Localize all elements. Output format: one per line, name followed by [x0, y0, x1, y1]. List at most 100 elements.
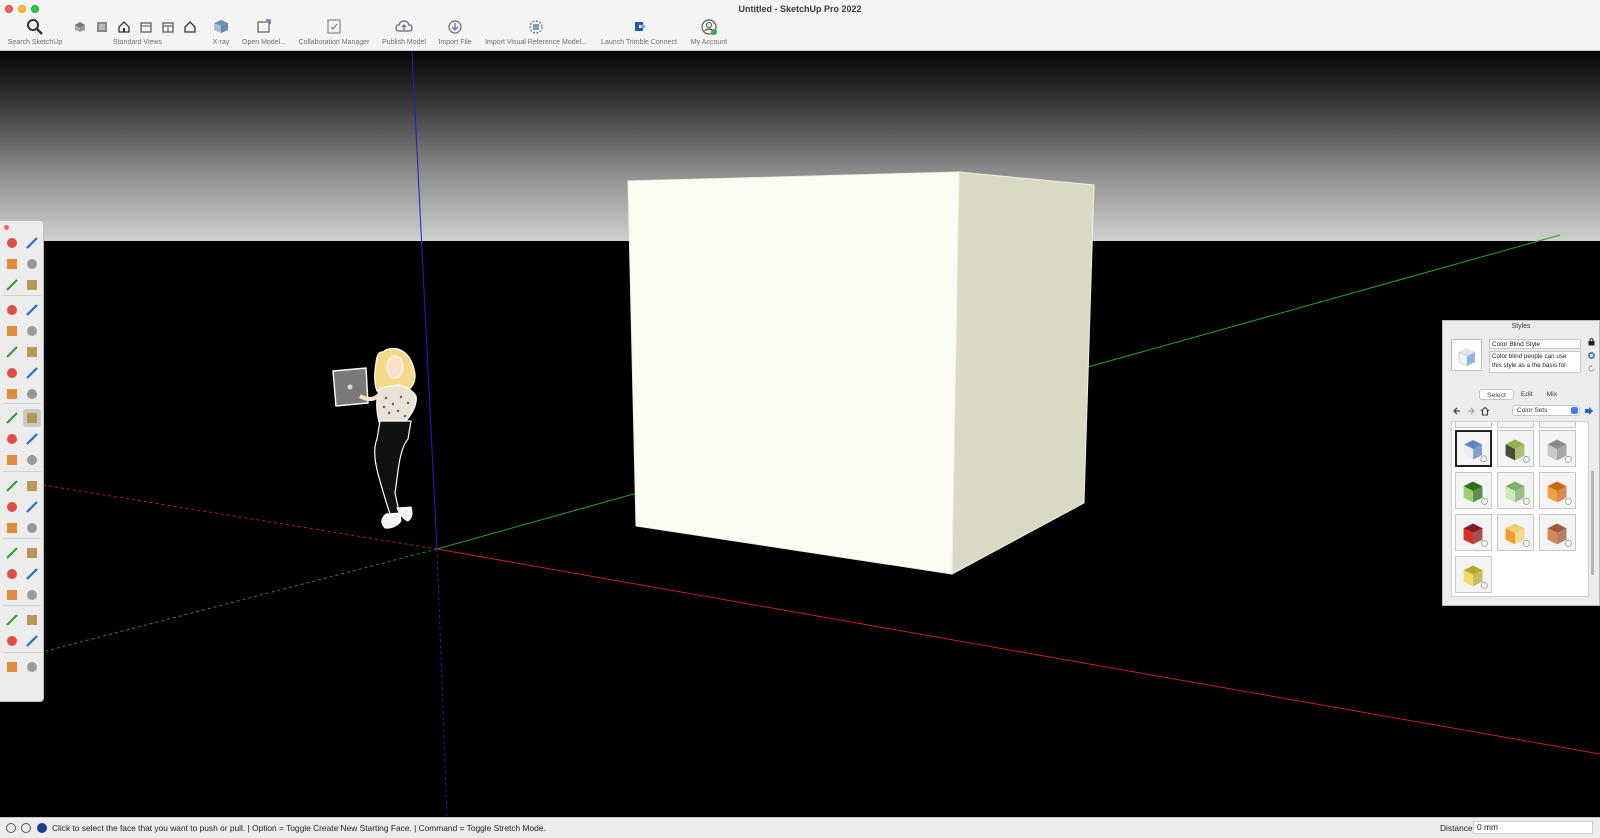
right-view-icon[interactable]: [140, 21, 152, 33]
xray-button[interactable]: X-ray: [208, 17, 234, 49]
tool-button[interactable]: [3, 544, 21, 562]
style-swatch[interactable]: [1497, 422, 1534, 428]
back-view-icon[interactable]: [162, 21, 174, 33]
tool-button[interactable]: [23, 409, 41, 427]
tool-button[interactable]: [23, 364, 41, 382]
my-account-button[interactable]: My Account: [688, 17, 730, 49]
search-sketchup-button[interactable]: Search SketchUp: [5, 17, 65, 49]
style-swatch-cube-icon: [1464, 440, 1487, 462]
tool-button[interactable]: [23, 276, 41, 294]
tool-button[interactable]: [23, 658, 41, 676]
tool-button[interactable]: [23, 430, 41, 448]
tool-button[interactable]: [23, 586, 41, 604]
model-viewport[interactable]: Styles Color Blind Style Color blind peo…: [0, 51, 1600, 817]
tool-button[interactable]: [23, 498, 41, 516]
scale-figure[interactable]: [332, 347, 417, 529]
tool-button[interactable]: [23, 385, 41, 403]
style-swatch[interactable]: [1455, 430, 1492, 467]
tool-button[interactable]: [23, 544, 41, 562]
iso-view-icon[interactable]: [74, 21, 86, 33]
launch-trimble-connect-button[interactable]: Launch Trimble Connect: [598, 17, 680, 49]
tool-button[interactable]: [3, 385, 21, 403]
style-swatch[interactable]: [1539, 422, 1576, 428]
3d-text-icon: [27, 523, 37, 533]
tool-button[interactable]: [23, 451, 41, 469]
import-visual-reference-label: Import Visual Reference Model...: [485, 39, 587, 46]
geolocation-icon[interactable]: [6, 823, 16, 833]
orbit-icon: [26, 237, 38, 249]
tool-separator: [3, 403, 41, 404]
refresh-icon[interactable]: [1587, 364, 1596, 373]
style-swatch[interactable]: [1497, 514, 1534, 551]
style-name-field[interactable]: Color Blind Style: [1489, 339, 1581, 349]
tool-button[interactable]: [3, 519, 21, 537]
tool-button[interactable]: [23, 565, 41, 583]
style-swatch[interactable]: [1455, 514, 1492, 551]
collaboration-manager-button[interactable]: Collaboration Manager: [296, 17, 372, 49]
tool-button[interactable]: [3, 322, 21, 340]
publish-model-button[interactable]: Publish Model: [380, 17, 428, 49]
tool-button[interactable]: [3, 498, 21, 516]
tool-button[interactable]: [3, 234, 21, 252]
style-swatch[interactable]: [1539, 430, 1576, 467]
home-icon[interactable]: [1480, 406, 1490, 416]
tool-button[interactable]: [23, 632, 41, 650]
tool-button[interactable]: [3, 409, 21, 427]
tool-button[interactable]: [23, 343, 41, 361]
tool-button[interactable]: [3, 611, 21, 629]
tool-button[interactable]: [3, 255, 21, 273]
tool-button[interactable]: [23, 477, 41, 495]
info-icon[interactable]: [21, 823, 31, 833]
tab-mix[interactable]: Mix: [1540, 389, 1565, 400]
tool-button[interactable]: [3, 451, 21, 469]
style-swatch[interactable]: [1539, 472, 1576, 509]
style-swatch[interactable]: [1497, 430, 1534, 467]
measurement-input[interactable]: 0 mm: [1473, 821, 1593, 834]
tool-button[interactable]: [3, 364, 21, 382]
style-collection-select[interactable]: Color Sets: [1512, 405, 1580, 416]
front-view-icon[interactable]: [118, 21, 130, 33]
style-swatch[interactable]: [1539, 514, 1576, 551]
import-file-button[interactable]: Import File: [436, 17, 474, 49]
left-view-icon[interactable]: [184, 21, 196, 33]
user-status-icon[interactable]: [37, 823, 47, 833]
tool-button[interactable]: [3, 430, 21, 448]
tool-button[interactable]: [23, 611, 41, 629]
close-palette-button[interactable]: [4, 225, 9, 230]
lock-icon[interactable]: [1587, 337, 1596, 346]
tool-button[interactable]: [3, 632, 21, 650]
tool-button[interactable]: [3, 477, 21, 495]
tool-button[interactable]: [23, 255, 41, 273]
tool-button[interactable]: [3, 301, 21, 319]
tab-select[interactable]: Select: [1479, 389, 1514, 400]
back-arrow-icon[interactable]: [1452, 406, 1462, 416]
tool-button[interactable]: [3, 276, 21, 294]
import-visual-reference-button[interactable]: Import Visual Reference Model...: [482, 17, 590, 49]
pencil-icon: [27, 280, 37, 290]
tool-button[interactable]: [23, 322, 41, 340]
tool-button[interactable]: [3, 343, 21, 361]
style-swatch[interactable]: [1497, 472, 1534, 509]
rectangle-icon: [7, 326, 17, 336]
open-model-button[interactable]: Open Model...: [240, 17, 288, 49]
tool-button[interactable]: [23, 234, 41, 252]
style-swatch[interactable]: [1455, 422, 1492, 428]
tool-button[interactable]: [3, 658, 21, 676]
cube-front-face[interactable]: [627, 171, 960, 575]
tool-button[interactable]: [23, 519, 41, 537]
tool-button[interactable]: [3, 565, 21, 583]
tab-edit[interactable]: Edit: [1514, 389, 1540, 400]
style-description-field[interactable]: Color blind people can use this style as…: [1489, 351, 1581, 373]
style-swatch[interactable]: [1455, 472, 1492, 509]
top-view-icon[interactable]: [96, 21, 108, 33]
styles-panel-title: Styles: [1511, 323, 1531, 330]
forward-arrow-icon[interactable]: [1466, 406, 1476, 416]
swatch-scrollbar[interactable]: [1591, 471, 1594, 575]
blue-axis-negative: [436, 548, 448, 817]
details-arrow-icon[interactable]: [1584, 406, 1594, 416]
update-style-icon[interactable]: [1587, 351, 1596, 360]
tool-button[interactable]: [23, 301, 41, 319]
cube-side-face[interactable]: [951, 171, 1095, 575]
style-swatch[interactable]: [1455, 556, 1492, 593]
tool-button[interactable]: [3, 586, 21, 604]
